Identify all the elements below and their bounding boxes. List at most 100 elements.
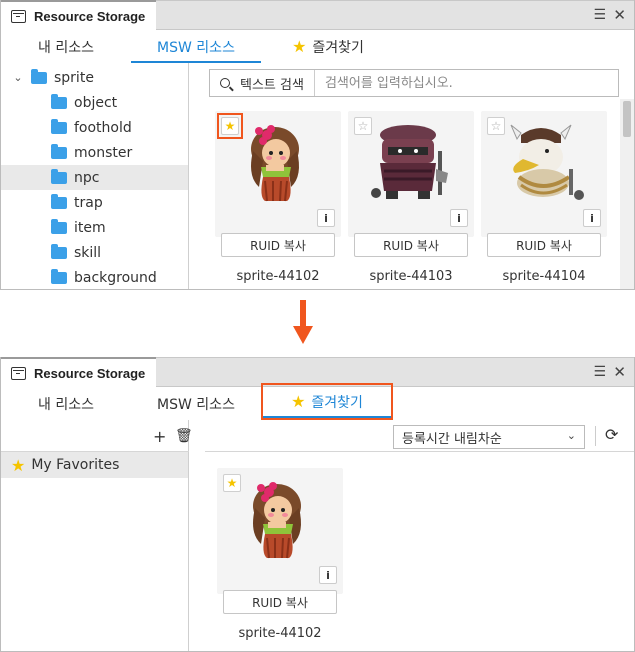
tab-favorites[interactable]: ★ 즐겨찾기 xyxy=(261,383,393,420)
star-icon: ★ xyxy=(291,392,306,411)
tree-item-sprite[interactable]: ⌄ sprite xyxy=(1,65,188,90)
card-name: sprite-44104 xyxy=(502,269,586,284)
tree-item-npc[interactable]: npc xyxy=(1,165,188,190)
tree-item-object[interactable]: object xyxy=(1,90,188,115)
panel-title-tab[interactable]: Resource Storage xyxy=(1,357,156,387)
tab-msw-resources[interactable]: MSW 리소스 xyxy=(131,30,261,63)
tree-item-label: foothold xyxy=(74,119,132,136)
sprite-preview: ★ i xyxy=(217,468,343,594)
tree-item-foothold[interactable]: foothold xyxy=(1,115,188,140)
info-icon[interactable]: i xyxy=(317,209,335,227)
sprite-card[interactable]: ☆ i RUID 복사 sprite-44103 xyxy=(348,111,474,284)
panel-title-tab[interactable]: Resource Storage xyxy=(1,0,156,30)
tree-item-skill[interactable]: skill xyxy=(1,240,188,265)
tab-my-resources-label: 내 리소스 xyxy=(38,396,94,413)
folder-icon xyxy=(51,93,67,109)
folder-icon xyxy=(51,118,67,134)
copy-ruid-button[interactable]: RUID 복사 xyxy=(221,233,335,257)
folder-icon xyxy=(51,193,67,209)
tree-item-background[interactable]: background xyxy=(1,265,188,289)
tree-item-label: monster xyxy=(74,144,133,161)
search-type-label: 텍스트 검색 xyxy=(240,77,304,93)
tab-msw-resources-label: MSW 리소스 xyxy=(157,39,235,56)
resource-content: 텍스트 검색 검색어를 입력하십시오. ★ i RUID 복사 sprite-4… xyxy=(205,63,634,289)
resource-tree: ⌄ sprite object foothold monster npc tra… xyxy=(1,63,189,289)
panel-close-icon[interactable]: ✕ xyxy=(613,7,626,23)
search-icon xyxy=(220,78,230,88)
window-icon xyxy=(11,366,26,380)
hula-girl-sprite xyxy=(251,125,299,202)
add-folder-icon[interactable]: + xyxy=(153,427,166,446)
favorites-toolbar: + 🗑 xyxy=(1,420,193,452)
tree-item-label: object xyxy=(74,94,118,111)
search-type-dropdown[interactable]: 텍스트 검색 xyxy=(210,70,315,96)
copy-ruid-button[interactable]: RUID 복사 xyxy=(223,590,337,614)
card-name: sprite-44102 xyxy=(236,269,320,284)
tree-item-label: sprite xyxy=(54,69,94,86)
resource-storage-panel-bottom: Resource Storage ☰ ✕ 내 리소스 MSW 리소스 ★ 즐겨찾기… xyxy=(0,357,635,652)
panel-title: Resource Storage xyxy=(34,365,146,381)
folder-icon xyxy=(51,268,67,284)
card-name: sprite-44103 xyxy=(369,269,453,284)
hula-girl-sprite xyxy=(253,482,301,559)
resource-storage-panel-top: Resource Storage ☰ ✕ 내 리소스 MSW 리소스 ★ 즐겨찾기… xyxy=(0,0,635,290)
folder-icon xyxy=(51,218,67,234)
arrow-down-icon xyxy=(293,300,313,344)
card-name: sprite-44102 xyxy=(238,626,322,641)
favorites-folder[interactable]: ★ My Favorites xyxy=(1,452,188,478)
favorite-star-icon[interactable]: ★ xyxy=(223,474,241,492)
chevron-down-icon: ⌄ xyxy=(566,429,576,442)
tab-favorites-label: 즐겨찾기 xyxy=(311,394,363,411)
folder-icon xyxy=(51,168,67,184)
tab-msw-resources-label: MSW 리소스 xyxy=(157,396,235,413)
info-icon[interactable]: i xyxy=(319,566,337,584)
info-icon[interactable]: i xyxy=(583,209,601,227)
resource-tabs: 내 리소스 MSW 리소스 ★ 즐겨찾기 xyxy=(1,383,634,420)
tab-favorites[interactable]: ★ 즐겨찾기 xyxy=(263,30,393,63)
tree-item-trap[interactable]: trap xyxy=(1,190,188,215)
copy-ruid-button[interactable]: RUID 복사 xyxy=(487,233,601,257)
favorites-folder-label: My Favorites xyxy=(31,457,120,473)
tree-item-label: skill xyxy=(74,244,102,261)
favorite-star-icon[interactable]: ☆ xyxy=(354,117,372,135)
masked-bandit-sprite xyxy=(371,125,448,199)
tab-msw-resources[interactable]: MSW 리소스 xyxy=(131,387,261,420)
panel-menu-icon[interactable]: ☰ xyxy=(593,7,606,23)
tab-my-resources-label: 내 리소스 xyxy=(38,39,94,56)
tab-my-resources[interactable]: 내 리소스 xyxy=(1,387,131,420)
panel-titlebar: Resource Storage ☰ ✕ xyxy=(1,0,634,30)
tab-favorites-label: 즐겨찾기 xyxy=(312,39,364,56)
panel-title: Resource Storage xyxy=(34,8,146,24)
favorite-star-icon[interactable]: ☆ xyxy=(487,117,505,135)
folder-icon xyxy=(31,68,47,84)
content-scrollbar[interactable] xyxy=(620,99,634,289)
viking-bird-sprite xyxy=(510,124,584,200)
trash-icon[interactable]: 🗑 xyxy=(175,428,193,444)
folder-icon xyxy=(51,143,67,159)
tree-item-monster[interactable]: monster xyxy=(1,140,188,165)
sort-bar: 등록시간 내림차순 ⌄ ⟳ xyxy=(205,420,634,452)
divider xyxy=(595,426,596,446)
panel-menu-icon[interactable]: ☰ xyxy=(593,364,606,380)
sprite-preview: ☆ i xyxy=(481,111,607,237)
sprite-card[interactable]: ☆ i RUID 복사 sprite-44104 xyxy=(481,111,607,284)
search-input[interactable] xyxy=(314,75,545,91)
panel-close-icon[interactable]: ✕ xyxy=(613,364,626,380)
favorite-highlight xyxy=(217,113,243,139)
info-icon[interactable]: i xyxy=(450,209,468,227)
tab-my-resources[interactable]: 내 리소스 xyxy=(1,30,131,63)
sprite-card[interactable]: ★ i RUID 복사 sprite-44102 xyxy=(217,468,343,641)
copy-ruid-button[interactable]: RUID 복사 xyxy=(354,233,468,257)
sort-dropdown-value: 등록시간 내림차순 xyxy=(402,431,502,447)
scrollbar-thumb[interactable] xyxy=(623,101,631,137)
tree-item-item[interactable]: item xyxy=(1,215,188,240)
search-bar: 텍스트 검색 xyxy=(209,69,619,97)
star-icon: ★ xyxy=(11,455,26,475)
tree-item-label: trap xyxy=(74,194,103,211)
sprite-card[interactable]: ★ i RUID 복사 sprite-44102 xyxy=(215,111,341,284)
sort-dropdown[interactable]: 등록시간 내림차순 ⌄ xyxy=(393,425,585,449)
chevron-down-icon[interactable]: ⌄ xyxy=(11,71,25,84)
sprite-preview: ☆ i xyxy=(348,111,474,237)
favorites-content: 등록시간 내림차순 ⌄ ⟳ ★ i RUID 복사 sprite-44102 xyxy=(205,420,634,651)
refresh-icon[interactable]: ⟳ xyxy=(605,425,618,444)
